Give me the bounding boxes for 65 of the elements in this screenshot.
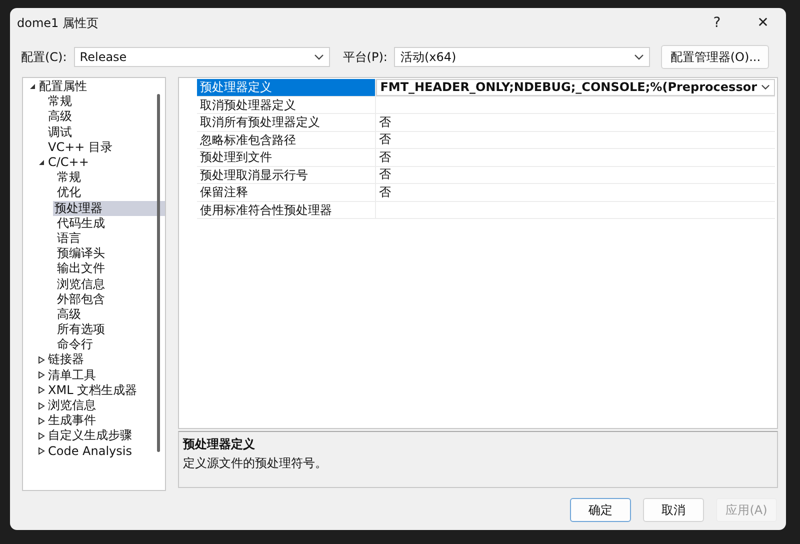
expanded-triangle-icon[interactable] <box>38 159 44 166</box>
tree-item[interactable]: 代码生成 <box>55 216 107 231</box>
tree-item[interactable]: 自定义生成步骤 <box>46 428 134 444</box>
tree-item[interactable]: 链接器 <box>46 352 86 368</box>
property-value-text: FMT_HEADER_ONLY;NDEBUG;_CONSOLE;%(Preprocessor <box>380 80 757 94</box>
chevron-down-icon <box>314 54 324 60</box>
tree-item[interactable]: 预编译头 <box>55 246 107 262</box>
tree-item[interactable]: 命令行 <box>55 337 95 352</box>
tree-item[interactable]: C/C++ <box>46 155 91 170</box>
expanded-triangle-icon[interactable] <box>28 83 36 90</box>
collapsed-triangle-icon[interactable] <box>38 402 44 410</box>
property-name[interactable]: 预处理到文件 <box>197 149 376 166</box>
dialog-button[interactable]: 取消 <box>643 498 704 522</box>
property-name[interactable]: 忽略标准包含路径 <box>197 132 376 148</box>
description-text: 定义源文件的预处理符号。 <box>183 455 328 472</box>
tree-item[interactable]: 配置属性 <box>37 79 89 94</box>
tree-item[interactable]: 语言 <box>55 230 83 246</box>
property-name[interactable]: 保留注释 <box>197 184 376 200</box>
collapsed-triangle-icon[interactable] <box>38 416 44 425</box>
tree-item[interactable]: 常规 <box>55 170 83 186</box>
tree-item[interactable]: 生成事件 <box>46 413 98 428</box>
config-manager-button[interactable]: 配置管理器(O)... <box>661 45 770 69</box>
collapsed-triangle-icon[interactable] <box>38 432 44 440</box>
property-value[interactable]: 否 <box>379 184 775 200</box>
tree-item[interactable]: 预处理器 <box>52 200 166 216</box>
property-value[interactable]: 否 <box>379 132 775 148</box>
tree-item[interactable]: 常规 <box>46 94 74 110</box>
tree-item[interactable]: VC++ 目录 <box>46 140 115 155</box>
platform-label: 平台(P): <box>342 48 388 66</box>
property-value[interactable]: 否 <box>379 166 775 183</box>
collapsed-triangle-icon[interactable] <box>38 356 44 364</box>
property-name[interactable]: 预处理器定义 <box>197 79 376 96</box>
property-name[interactable]: 取消所有预处理器定义 <box>197 114 376 130</box>
property-name[interactable]: 使用标准符合性预处理器 <box>197 202 376 218</box>
chevron-down-icon <box>761 84 770 90</box>
tree-item[interactable]: 优化 <box>55 185 83 200</box>
tree-item[interactable]: 所有选项 <box>55 322 107 338</box>
property-name[interactable]: 取消预处理器定义 <box>197 96 376 113</box>
description-title: 预处理器定义 <box>183 436 256 453</box>
config-dropdown[interactable]: Release <box>74 47 330 67</box>
platform-dropdown[interactable]: 活动(x64) <box>394 47 650 67</box>
tree-item[interactable]: 清单工具 <box>46 368 98 383</box>
tree-item[interactable]: XML 文档生成器 <box>46 382 140 398</box>
property-name[interactable]: 预处理取消显示行号 <box>197 166 376 183</box>
chevron-down-icon <box>634 54 644 60</box>
tree-item[interactable]: 浏览信息 <box>55 276 107 292</box>
tree-item[interactable]: 高级 <box>55 306 83 322</box>
help-button[interactable]: ? <box>694 8 740 38</box>
config-label: 配置(C): <box>21 48 67 66</box>
tree-item[interactable]: 输出文件 <box>55 261 107 276</box>
tree-item[interactable]: 浏览信息 <box>46 398 98 414</box>
collapsed-triangle-icon[interactable] <box>38 386 44 394</box>
close-button[interactable]: ✕ <box>740 8 786 38</box>
scrollbar-thumb[interactable] <box>157 94 160 452</box>
collapsed-triangle-icon[interactable] <box>38 447 44 456</box>
dialog-button[interactable]: 确定 <box>570 498 631 522</box>
tree-item[interactable]: 外部包含 <box>55 292 107 307</box>
tree-item[interactable]: 高级 <box>46 109 74 124</box>
property-value[interactable]: 否 <box>379 114 775 130</box>
property-value-dropdown[interactable]: FMT_HEADER_ONLY;NDEBUG;_CONSOLE;%(Preprocessor <box>376 79 775 96</box>
property-value[interactable]: 否 <box>379 149 775 166</box>
tree-item[interactable]: Code Analysis <box>46 444 134 459</box>
window-title: dome1 属性页 <box>17 14 98 32</box>
tree-item[interactable]: 调试 <box>46 124 74 140</box>
collapsed-triangle-icon[interactable] <box>38 371 44 380</box>
